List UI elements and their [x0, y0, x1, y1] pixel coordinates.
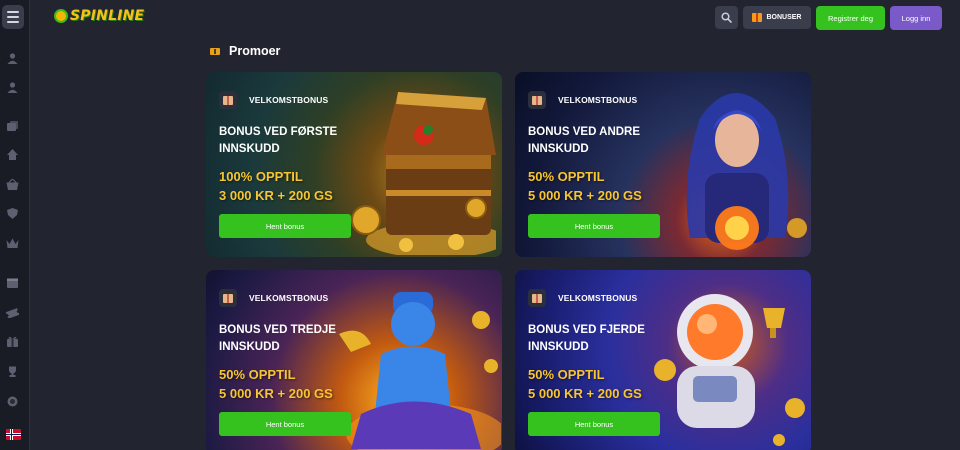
promo-card[interactable]: VELKOMSTBONUS BONUS VED FJERDE INNSKUDD … — [515, 270, 811, 450]
promo-tag: VELKOMSTBONUS — [219, 91, 328, 109]
shield-icon[interactable] — [6, 208, 19, 219]
claim-bonus-button[interactable]: Hent bonus — [528, 214, 660, 238]
promo-title: BONUS VED FJERDE INNSKUDD — [528, 324, 645, 353]
promo-offer-percent: 100% OPPTIL — [219, 169, 303, 184]
hamburger-menu-button[interactable] — [2, 5, 24, 29]
promo-title: BONUS VED FØRSTE INNSKUDD — [219, 126, 338, 155]
cards-icon[interactable] — [6, 121, 19, 132]
gift-icon — [752, 13, 763, 22]
section-header: Promoer — [210, 44, 280, 58]
claim-bonus-button[interactable]: Hent bonus — [219, 214, 351, 238]
claim-bonus-button[interactable]: Hent bonus — [219, 412, 351, 436]
search-icon — [721, 12, 732, 23]
bonuses-label: BONUSER — [766, 14, 802, 21]
promo-tag-label: VELKOMSTBONUS — [558, 293, 638, 303]
language-flag-norway[interactable] — [6, 429, 21, 440]
promo-offer-percent: 50% OPPTIL — [219, 367, 296, 382]
gift-icon — [528, 91, 546, 109]
logo-mark-icon — [54, 9, 68, 23]
user-icon[interactable] — [6, 82, 19, 93]
promo-tag: VELKOMSTBONUS — [219, 289, 328, 307]
promo-card[interactable]: VELKOMSTBONUS BONUS VED FØRSTE INNSKUDD … — [206, 72, 502, 257]
register-button[interactable]: Registrer deg — [816, 6, 885, 30]
promo-offer: 50% OPPTIL 5 000 KR + 200 GS — [528, 167, 728, 205]
gift-icon — [219, 289, 237, 307]
promo-offer-percent: 50% OPPTIL — [528, 169, 605, 184]
promo-tag-label: VELKOMSTBONUS — [249, 293, 329, 303]
ticket-icon[interactable] — [6, 307, 19, 318]
logo[interactable]: SPINLINE — [54, 5, 144, 27]
ticket-icon — [210, 47, 220, 55]
promo-offer-percent: 50% OPPTIL — [528, 367, 605, 382]
calendar-icon[interactable] — [6, 277, 19, 288]
promo-offer-amount: 5 000 KR + 200 GS — [219, 386, 333, 401]
gift-icon — [219, 91, 237, 109]
claim-bonus-button[interactable]: Hent bonus — [528, 412, 660, 436]
promo-offer: 50% OPPTIL 5 000 KR + 200 GS — [528, 365, 728, 403]
basket-icon[interactable] — [6, 179, 19, 190]
trophy-icon[interactable] — [6, 366, 19, 377]
bonuses-button[interactable]: BONUSER — [743, 6, 811, 29]
promo-card[interactable]: VELKOMSTBONUS BONUS VED TREDJE INNSKUDD … — [206, 270, 502, 450]
user-icon[interactable] — [6, 53, 19, 64]
promo-tag-label: VELKOMSTBONUS — [558, 95, 638, 105]
logo-text: SPINLINE — [70, 8, 145, 24]
casino-icon[interactable] — [6, 149, 19, 160]
promo-tag: VELKOMSTBONUS — [528, 289, 637, 307]
promo-tag-label: VELKOMSTBONUS — [249, 95, 329, 105]
promo-tag: VELKOMSTBONUS — [528, 91, 637, 109]
promo-title: BONUS VED ANDRE INNSKUDD — [528, 126, 641, 155]
sidebar — [0, 0, 30, 450]
gift-icon — [528, 289, 546, 307]
page-title: Promoer — [229, 44, 281, 58]
promo-title: BONUS VED TREDJE INNSKUDD — [219, 324, 336, 353]
crown-icon[interactable] — [6, 238, 19, 249]
promo-offer-amount: 3 000 KR + 200 GS — [219, 188, 333, 203]
search-button[interactable] — [715, 6, 738, 29]
promo-card[interactable]: VELKOMSTBONUS BONUS VED ANDRE INNSKUDD 5… — [515, 72, 811, 257]
promo-offer-amount: 5 000 KR + 200 GS — [528, 386, 642, 401]
promo-offer: 100% OPPTIL 3 000 KR + 200 GS — [219, 167, 419, 205]
promo-offer-amount: 5 000 KR + 200 GS — [528, 188, 642, 203]
login-button[interactable]: Logg inn — [890, 6, 942, 30]
promo-offer: 50% OPPTIL 5 000 KR + 200 GS — [219, 365, 419, 403]
chip-icon[interactable] — [6, 396, 19, 407]
gift-icon[interactable] — [6, 336, 19, 347]
